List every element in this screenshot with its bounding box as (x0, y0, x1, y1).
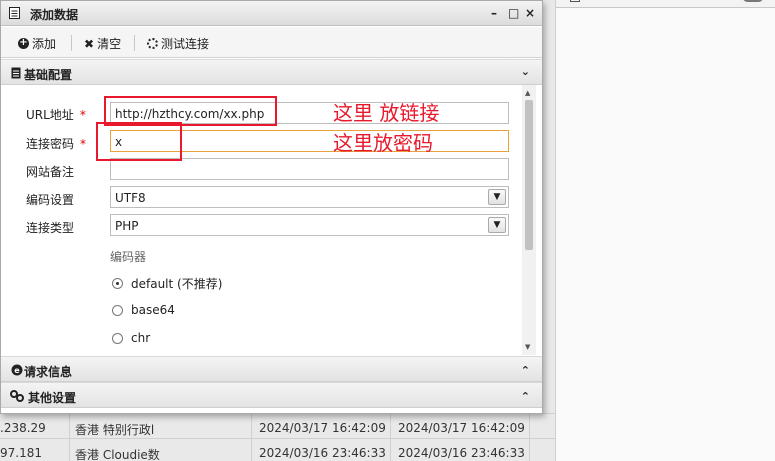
cell-updated: 2024/03/16 23:46:33 (398, 446, 525, 460)
url-annotation: 这里 放链接 (333, 101, 440, 125)
count-badge (742, 0, 764, 2)
cell-location: 香港 Cloudie数 (75, 448, 160, 461)
minimize-button[interactable]: – (491, 5, 497, 21)
chevron-down-icon[interactable]: ▼ (488, 189, 506, 205)
section-basic-label: 基础配置 (24, 68, 73, 82)
dialog-title: 添加数据 (30, 8, 79, 22)
section-other-label: 其他设置 (28, 391, 77, 405)
column-divider (251, 413, 252, 461)
encoding-value: UTF8 (115, 191, 146, 205)
cell-location: 香港 特别行政l (75, 423, 155, 437)
scroll-down-arrow-icon[interactable]: ▼ (525, 343, 530, 351)
cell-ip: .238.29 (0, 421, 46, 435)
type-label: 连接类型 (26, 221, 75, 235)
scrollbar-thumb[interactable] (525, 100, 533, 250)
section-basic-config[interactable]: 基础配置 ⌄ (1, 59, 542, 85)
dialog-titlebar[interactable]: 添加数据 – □ × (1, 1, 542, 26)
document-icon (11, 67, 21, 79)
radio-selected[interactable] (112, 278, 123, 289)
toolbar-separator (134, 35, 135, 51)
column-divider (390, 413, 391, 461)
clear-button-label: 清空 (97, 37, 122, 51)
gears-icon (10, 390, 24, 402)
chevron-up-icon[interactable]: ⌃ (521, 390, 530, 403)
encoder-option-chr[interactable]: chr (112, 331, 150, 345)
required-mark: * (79, 108, 86, 122)
table-row[interactable]: 97.181 香港 Cloudie数 2024/03/16 23:46:33 2… (0, 438, 555, 461)
plus-circle-icon: + (18, 37, 29, 49)
encoder-option-default[interactable]: default (不推荐) (112, 275, 222, 292)
add-button[interactable]: + 添加 (18, 35, 56, 52)
e-circle-icon: e (11, 364, 23, 376)
note-label: 网站备注 (26, 165, 75, 179)
close-button[interactable]: × (525, 5, 535, 21)
encoder-option-label: base64 (131, 303, 175, 317)
svg-text:e: e (14, 366, 20, 375)
category-panel (555, 0, 775, 461)
form-scrollbar[interactable]: ▲ ▼ (522, 85, 536, 355)
folder-icon (570, 0, 580, 2)
section-request-label: 请求信息 (24, 365, 73, 379)
encoder-option-base64[interactable]: base64 (112, 303, 175, 317)
column-divider (529, 413, 530, 461)
test-connection-button[interactable]: 测试连接 (147, 35, 209, 52)
toolbar-separator (71, 35, 72, 51)
category-item-default[interactable] (556, 0, 775, 8)
cell-ip: 97.181 (0, 446, 42, 460)
add-data-dialog: 添加数据 – □ × + 添加 ✖ 清空 测试连接 基础配置 ⌄ URL地址* (0, 0, 543, 414)
table-row[interactable]: .238.29 香港 特别行政l 2024/03/17 16:42:09 202… (0, 413, 555, 439)
radio-unselected[interactable] (112, 332, 123, 344)
section-request-info[interactable]: e 请求信息 ⌃ (1, 356, 542, 382)
chevron-down-icon[interactable]: ▼ (488, 217, 506, 233)
password-highlight-box (96, 122, 182, 161)
connection-type-value: PHP (115, 219, 139, 233)
clear-button[interactable]: ✖ 清空 (84, 35, 121, 52)
dialog-toolbar: + 添加 ✖ 清空 测试连接 (1, 27, 542, 58)
encoding-select[interactable]: UTF8 ▼ (110, 186, 509, 208)
encoder-option-label: chr (131, 331, 151, 345)
cell-created: 2024/03/17 16:42:09 (259, 421, 386, 435)
chevron-down-icon[interactable]: ⌄ (521, 65, 530, 78)
required-mark: * (80, 137, 87, 151)
cell-created: 2024/03/16 23:46:33 (259, 446, 386, 460)
connection-type-select[interactable]: PHP ▼ (110, 214, 509, 236)
note-input[interactable] (110, 158, 509, 180)
url-label: URL地址 * (26, 108, 86, 122)
x-icon: ✖ (84, 36, 95, 51)
encoder-option-label: default (不推荐) (131, 277, 223, 291)
encoding-label: 编码设置 (26, 193, 75, 207)
cell-updated: 2024/03/17 16:42:09 (398, 421, 525, 435)
spinner-icon (147, 38, 158, 49)
chevron-up-icon[interactable]: ⌃ (521, 364, 530, 377)
encoder-group-label: 编码器 (110, 250, 147, 264)
radio-unselected[interactable] (112, 304, 123, 316)
document-icon (9, 7, 20, 19)
add-button-label: 添加 (32, 37, 57, 51)
test-connection-label: 测试连接 (161, 37, 210, 51)
section-other-settings[interactable]: 其他设置 ⌃ (1, 382, 542, 408)
restore-button[interactable]: □ (508, 5, 519, 21)
password-annotation: 这里放密码 (333, 131, 433, 155)
scroll-up-arrow-icon[interactable]: ▲ (525, 89, 530, 97)
password-label: 连接密码 * (26, 137, 87, 151)
column-divider (69, 413, 70, 461)
